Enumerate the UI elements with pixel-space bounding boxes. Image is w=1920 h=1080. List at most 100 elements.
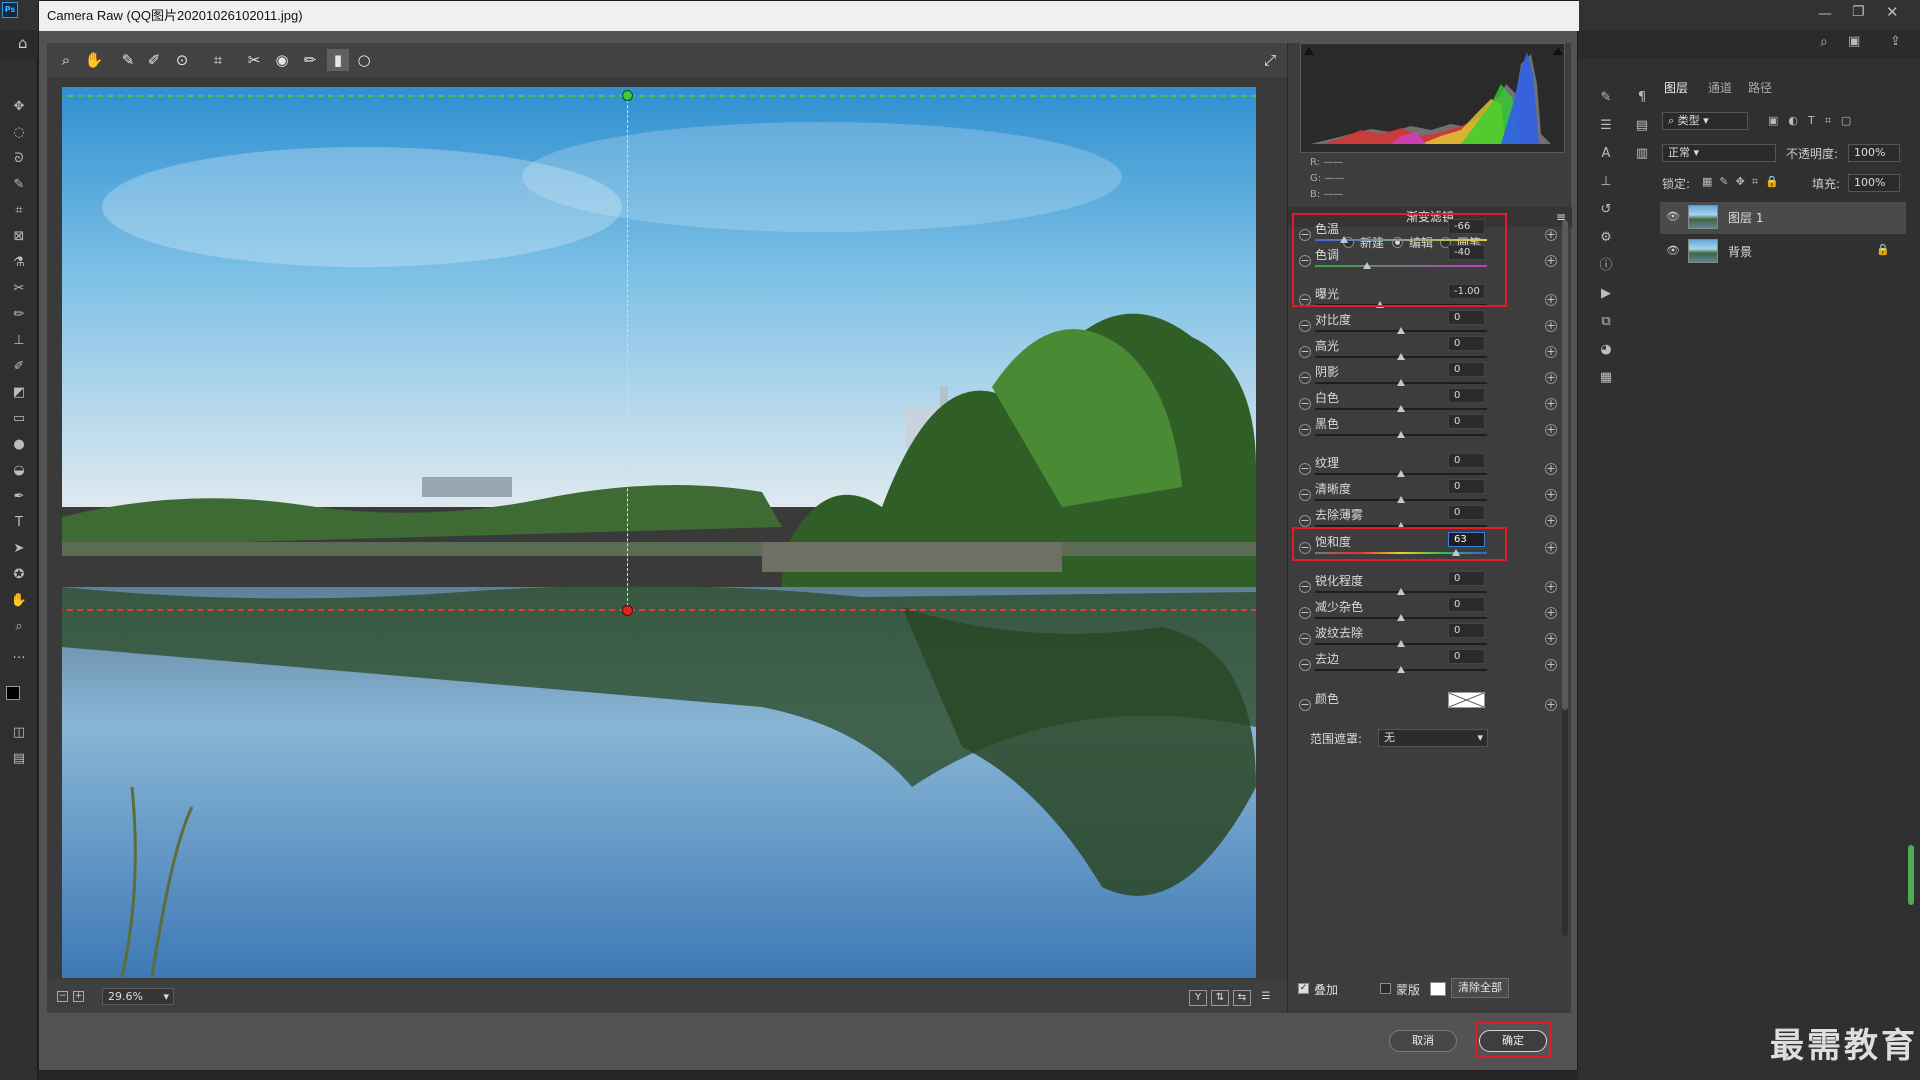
slider-thumb[interactable] [1397,470,1405,477]
minus-icon[interactable]: − [1299,320,1311,332]
slider-track[interactable] [1315,379,1487,386]
plus-icon[interactable]: + [1545,320,1557,332]
slider-thumb[interactable] [1397,379,1405,386]
slider-track[interactable] [1315,588,1487,595]
minus-icon[interactable]: − [1299,255,1311,267]
slider-value-input[interactable]: 0 [1448,362,1485,377]
zoom-in-button[interactable]: + [73,991,84,1002]
workspace-icon[interactable]: ▣ [1848,34,1860,49]
type-tool-icon[interactable]: T [9,514,29,532]
brush-settings-icon[interactable]: ✎ [1596,88,1616,108]
plus-icon[interactable]: + [1545,229,1557,241]
plus-icon[interactable]: + [1545,255,1557,267]
slider-track[interactable] [1315,522,1487,529]
slider-value-input[interactable]: 0 [1448,597,1485,612]
slider-track[interactable] [1315,431,1487,438]
slider-thumb[interactable] [1397,327,1405,334]
slider-thumb[interactable] [1362,262,1371,269]
frame-tool-icon[interactable]: ⊠ [9,228,29,246]
gradient-end-line[interactable] [62,609,1256,611]
plus-icon[interactable]: + [1545,633,1557,645]
eraser-tool-icon[interactable]: ◩ [9,384,29,402]
brush-tool-icon[interactable]: ✏ [9,306,29,324]
crop-tool-icon[interactable]: ⌗ [9,202,29,220]
mask-color-swatch[interactable] [1430,982,1446,996]
preferences-icon[interactable]: ☰ [1257,990,1275,1006]
layer-comps-icon[interactable]: ⧉ [1596,312,1616,332]
panel-scrollbar[interactable] [1562,220,1568,936]
tab-paths[interactable]: 路径 [1748,78,1772,98]
gradient-tool-icon[interactable]: ▭ [9,410,29,428]
slider-track[interactable] [1315,640,1487,647]
before-after-view-icon[interactable]: Y [1189,990,1207,1006]
slider-value-input[interactable]: 0 [1448,649,1485,664]
tab-channels[interactable]: 通道 [1708,78,1732,98]
fill-input[interactable]: 100% [1848,174,1900,192]
slider-track[interactable] [1315,470,1487,477]
slider-value-input[interactable]: 0 [1448,453,1485,468]
clone-source-icon[interactable]: ⊥ [1596,172,1616,192]
character-icon[interactable]: A [1596,144,1616,164]
copy-settings-icon[interactable]: ⇆ [1233,990,1251,1006]
zoom-icon[interactable]: ⌕ [55,49,77,71]
slider-value-input[interactable]: -1.00 [1448,284,1485,299]
slider-value-input[interactable]: -66 [1448,219,1485,234]
minus-icon[interactable]: − [1299,633,1311,645]
plus-icon[interactable]: + [1545,424,1557,436]
minus-icon[interactable]: − [1299,463,1311,475]
lock-icons[interactable]: ▦✎✥⌗🔒 [1702,175,1786,189]
stamp-tool-icon[interactable]: ⊥ [9,332,29,350]
minus-icon[interactable]: − [1299,581,1311,593]
info-icon[interactable]: ⓘ [1596,256,1616,276]
history-brush-icon[interactable]: ✐ [9,358,29,376]
plus-icon[interactable]: + [1545,489,1557,501]
image-preview[interactable] [47,77,1287,979]
scroll-indicator[interactable] [1908,845,1914,905]
minus-icon[interactable]: − [1299,372,1311,384]
plus-icon[interactable]: + [1545,372,1557,384]
graduated-filter-icon[interactable]: ▮ [327,49,349,71]
adjust-icon[interactable]: ☰ [1596,116,1616,136]
play-icon[interactable]: ▶ [1596,284,1616,304]
zoom-tool-icon[interactable]: ⌕ [9,618,29,636]
quick-mask-icon[interactable]: ◫ [9,724,29,742]
blend-mode-select[interactable]: 正常 ▾ [1662,144,1776,162]
hand-icon[interactable]: ✋ [83,49,105,71]
slider-value-input[interactable]: -40 [1448,245,1485,260]
path-select-tool-icon[interactable]: ➤ [9,540,29,558]
more-tools-icon[interactable]: … [9,646,29,664]
shape-tool-icon[interactable]: ✪ [9,566,29,584]
opacity-input[interactable]: 100% [1848,144,1900,162]
pen-tool-icon[interactable]: ✒ [9,488,29,506]
layer-row[interactable]: 👁 背景 🔒 [1660,236,1906,268]
minus-icon[interactable]: − [1299,659,1311,671]
plus-icon[interactable]: + [1545,699,1557,711]
slider-value-input[interactable]: 0 [1448,505,1485,520]
tab-layers[interactable]: 图层 [1664,78,1688,98]
slider-thumb[interactable] [1397,588,1405,595]
marquee-tool-icon[interactable]: ◌ [9,124,29,142]
slider-track[interactable] [1315,614,1487,621]
share-icon[interactable]: ⇪ [1890,34,1901,49]
foreground-color-icon[interactable] [6,686,20,700]
overlay-checkbox[interactable]: ✓ [1298,983,1309,994]
slider-track[interactable] [1315,496,1487,503]
swap-settings-icon[interactable]: ⇅ [1211,990,1229,1006]
slider-value-input[interactable]: 0 [1448,479,1485,494]
plus-icon[interactable]: + [1545,463,1557,475]
plus-icon[interactable]: + [1545,659,1557,671]
minus-icon[interactable]: − [1299,542,1311,554]
minus-icon[interactable]: − [1299,398,1311,410]
plus-icon[interactable]: + [1545,346,1557,358]
minus-icon[interactable]: − [1299,607,1311,619]
radial-filter-icon[interactable]: ○ [353,49,375,71]
window-close-icon[interactable]: ✕ [1886,3,1899,21]
slider-thumb[interactable] [1397,640,1405,647]
plus-icon[interactable]: + [1545,398,1557,410]
slider-thumb[interactable] [1397,666,1405,673]
slider-track[interactable] [1315,262,1487,269]
slider-value-input[interactable]: 0 [1448,388,1485,403]
slider-value-input[interactable]: 0 [1448,623,1485,638]
notes-icon[interactable]: ▥ [1632,144,1652,164]
slider-track[interactable] [1315,327,1487,334]
